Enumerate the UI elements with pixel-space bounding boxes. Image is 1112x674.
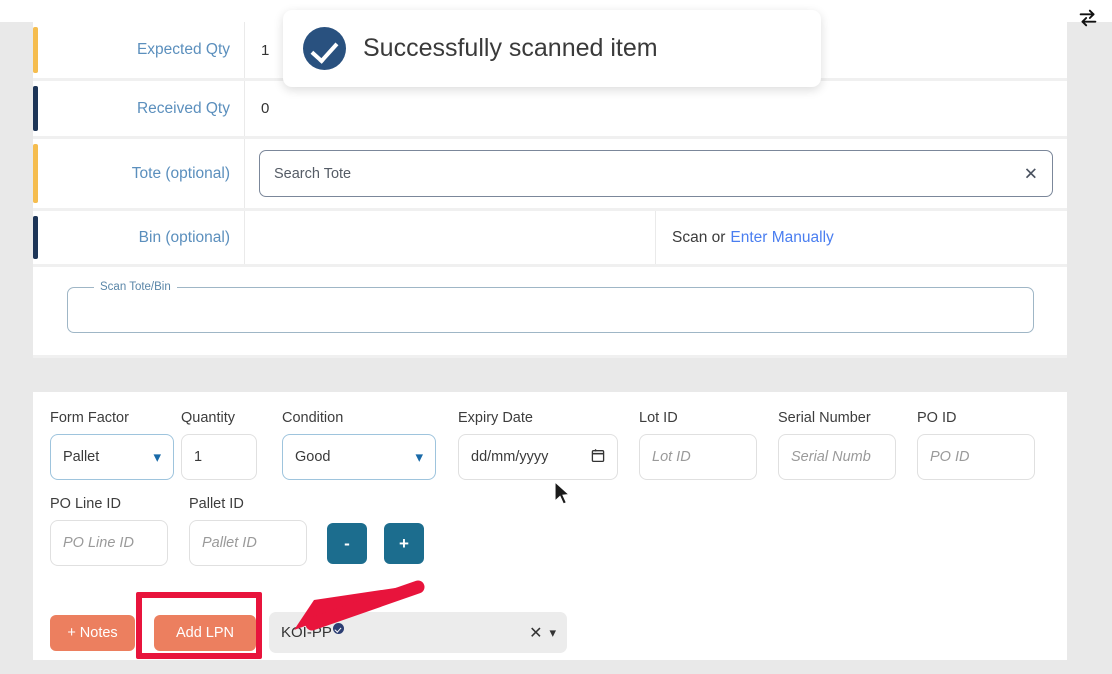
lpn-select-value: KOI-PP	[281, 624, 332, 641]
input-pallet-id[interactable]: Pallet ID	[189, 520, 307, 566]
field-quantity: Quantity 1	[181, 410, 282, 480]
row-label-tote: Tote (optional)	[38, 139, 245, 208]
input-po-line-id-placeholder: PO Line ID	[63, 535, 134, 551]
input-quantity[interactable]: 1	[181, 434, 257, 480]
label-expiry-date: Expiry Date	[458, 410, 639, 426]
label-form-factor: Form Factor	[50, 410, 181, 426]
lpn-select-controls: ✕ ▾	[529, 623, 556, 643]
field-condition: Condition Good ▾	[282, 410, 458, 480]
swap-horizontal-icon[interactable]	[1073, 3, 1103, 33]
form-row-1: Form Factor Pallet ▾ Quantity 1 Conditio…	[33, 392, 1067, 480]
field-serial-number: Serial Number Serial Numb	[778, 410, 917, 480]
select-condition-value: Good	[295, 449, 330, 465]
scan-tote-bin-label: Scan Tote/Bin	[94, 281, 177, 293]
input-lot-id[interactable]: Lot ID	[639, 434, 757, 480]
add-notes-button[interactable]: + Notes	[50, 615, 135, 651]
input-po-id-placeholder: PO ID	[930, 449, 969, 465]
enter-manually-link[interactable]: Enter Manually	[730, 229, 833, 247]
app-root: Expected Qty 1 Received Qty 0 Tote (opti…	[0, 0, 1112, 674]
row-value-received-qty: 0	[245, 81, 1067, 136]
close-icon[interactable]: ✕	[1024, 165, 1038, 182]
label-po-id: PO ID	[917, 410, 1047, 426]
field-pallet-id: Pallet ID Pallet ID	[189, 496, 327, 566]
label-serial-number: Serial Number	[778, 410, 917, 426]
lpn-form-card: Form Factor Pallet ▾ Quantity 1 Conditio…	[33, 392, 1067, 660]
row-label-expected-qty: Expected Qty	[38, 22, 245, 78]
scan-tote-bin-input[interactable]: Scan Tote/Bin	[67, 281, 1034, 333]
field-po-line-id: PO Line ID PO Line ID	[50, 496, 189, 566]
chevron-down-icon: ▾	[415, 448, 423, 466]
lpn-select[interactable]: KOI-PP ✕ ▾	[269, 612, 567, 653]
select-form-factor[interactable]: Pallet ▾	[50, 434, 174, 480]
input-serial-number-placeholder: Serial Numb	[791, 449, 871, 465]
search-tote-input[interactable]: Search Tote ✕	[259, 150, 1053, 197]
input-lot-id-placeholder: Lot ID	[652, 449, 691, 465]
input-po-id[interactable]: PO ID	[917, 434, 1035, 480]
select-form-factor-value: Pallet	[63, 449, 99, 465]
chevron-down-icon[interactable]: ▾	[549, 625, 556, 641]
bin-scan-cell: Scan or Enter Manually	[656, 211, 1067, 264]
input-po-line-id[interactable]: PO Line ID	[50, 520, 168, 566]
verified-badge-icon	[333, 623, 344, 634]
row-label-received-qty: Received Qty	[38, 81, 245, 136]
input-quantity-value: 1	[194, 449, 202, 465]
lpn-select-value-wrap: KOI-PP	[281, 624, 344, 641]
toast-success: Successfully scanned item	[283, 10, 821, 87]
decrement-button[interactable]: -	[327, 523, 367, 564]
increment-button[interactable]: +	[384, 523, 424, 564]
form-action-bar: + Notes Add LPN KOI-PP ✕ ▾	[50, 612, 567, 653]
table-row-received-qty: Received Qty 0	[33, 81, 1067, 139]
input-pallet-id-placeholder: Pallet ID	[202, 535, 257, 551]
scan-tote-bin-wrap: Scan Tote/Bin	[33, 267, 1067, 358]
table-row-bin: Bin (optional) Scan or Enter Manually	[33, 211, 1067, 267]
toast-message: Successfully scanned item	[363, 34, 658, 63]
chevron-down-icon: ▾	[153, 448, 161, 466]
field-lot-id: Lot ID Lot ID	[639, 410, 778, 480]
label-condition: Condition	[282, 410, 458, 426]
scan-or-text: Scan or	[672, 229, 725, 247]
select-condition[interactable]: Good ▾	[282, 434, 436, 480]
form-row-2: PO Line ID PO Line ID Pallet ID Pallet I…	[33, 480, 1067, 566]
input-expiry-date[interactable]: dd/mm/yyyy	[458, 434, 618, 480]
field-expiry-date: Expiry Date dd/mm/yyyy	[458, 410, 639, 480]
tote-cell: Search Tote ✕	[245, 139, 1067, 208]
close-icon[interactable]: ✕	[529, 623, 542, 643]
field-po-id: PO ID PO ID	[917, 410, 1047, 480]
row-label-bin: Bin (optional)	[38, 211, 245, 264]
check-circle-icon	[303, 27, 346, 70]
quantity-stepper: - +	[327, 523, 424, 566]
search-tote-placeholder: Search Tote	[274, 166, 351, 182]
input-expiry-date-value: dd/mm/yyyy	[471, 449, 548, 465]
input-serial-number[interactable]: Serial Numb	[778, 434, 896, 480]
label-po-line-id: PO Line ID	[50, 496, 189, 512]
field-form-factor: Form Factor Pallet ▾	[50, 410, 181, 480]
label-pallet-id: Pallet ID	[189, 496, 327, 512]
label-quantity: Quantity	[181, 410, 282, 426]
label-lot-id: Lot ID	[639, 410, 778, 426]
bin-empty-cell	[245, 211, 656, 264]
calendar-icon[interactable]	[591, 448, 605, 466]
table-row-tote: Tote (optional) Search Tote ✕	[33, 139, 1067, 211]
add-lpn-button[interactable]: Add LPN	[154, 615, 256, 651]
